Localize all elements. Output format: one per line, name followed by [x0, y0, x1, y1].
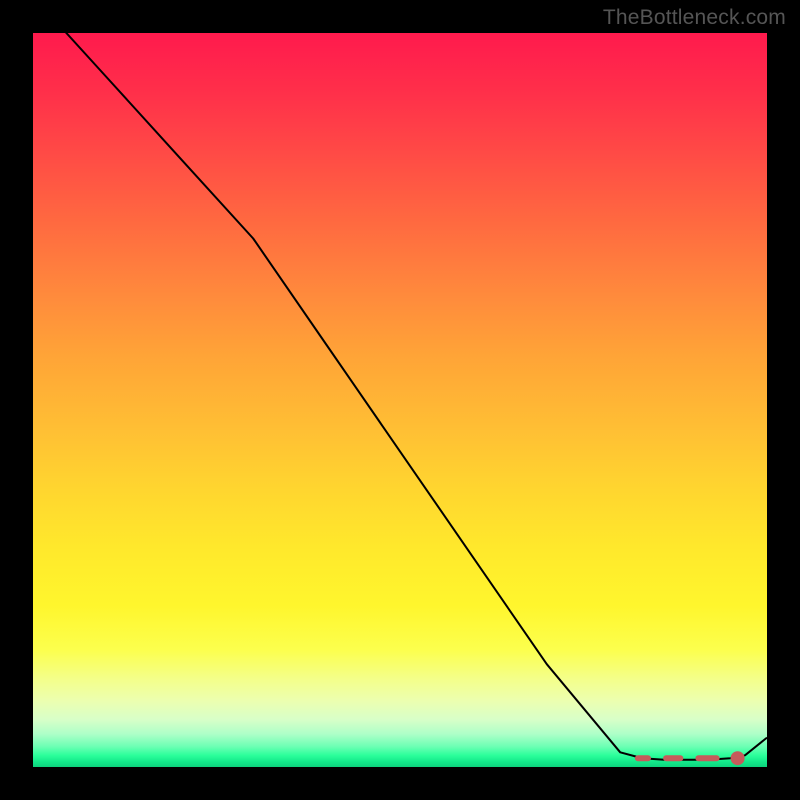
highlight-dash: [695, 755, 719, 761]
highlight-dash: [635, 755, 651, 761]
watermark-text: TheBottleneck.com: [603, 6, 786, 30]
highlight-end-dot: [731, 751, 745, 765]
highlight-dash: [663, 755, 683, 761]
data-curve: [33, 0, 767, 760]
chart-frame: TheBottleneck.com: [0, 0, 800, 800]
chart-overlay: [33, 33, 767, 767]
